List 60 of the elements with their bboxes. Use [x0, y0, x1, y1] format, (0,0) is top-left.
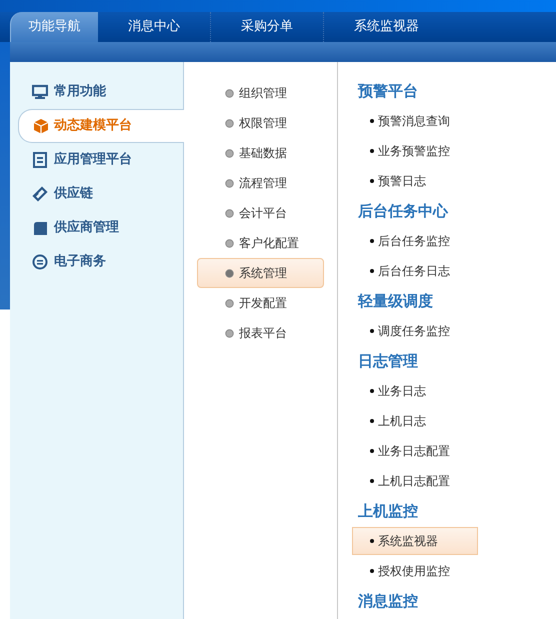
bullet-icon	[225, 208, 234, 218]
category-item[interactable]: 电子商务	[10, 245, 183, 279]
bullet-icon	[370, 149, 374, 153]
bullet-icon	[370, 479, 374, 483]
cabinet-icon	[32, 152, 48, 168]
bullet-icon	[225, 88, 234, 98]
section-heading: 日志管理	[357, 350, 419, 372]
module-item[interactable]: 开发配置	[197, 288, 324, 318]
bullet-icon	[370, 239, 374, 243]
section-heading: 轻量级调度	[356, 290, 434, 312]
category-item[interactable]: 常用功能	[10, 75, 183, 109]
function-link[interactable]: 后台任务日志	[352, 256, 478, 286]
bullet-icon	[225, 238, 234, 248]
function-link[interactable]: 预警消息查询	[352, 106, 478, 136]
link-icon	[32, 186, 48, 202]
bullet-icon	[370, 269, 374, 273]
function-link[interactable]: 业务日志配置	[352, 436, 478, 466]
module-item[interactable]: 权限管理	[197, 108, 324, 138]
function-link[interactable]: 上机日志配置	[352, 466, 478, 496]
tile-icon	[32, 220, 48, 236]
function-link[interactable]: 授权使用监控	[352, 556, 478, 586]
monitor-icon	[32, 84, 48, 100]
module-item[interactable]: 基础数据	[197, 138, 324, 168]
function-link[interactable]: 预警日志	[352, 166, 478, 196]
module-item[interactable]: 流程管理	[197, 168, 324, 198]
bullet-icon	[225, 148, 234, 158]
function-link[interactable]: 业务日志	[352, 376, 478, 406]
bullet-icon	[370, 449, 374, 453]
category-item[interactable]: 应用管理平台	[10, 143, 183, 177]
bullet-icon	[225, 178, 234, 188]
section-heading: 后台任务中心	[356, 200, 450, 222]
module-item[interactable]: 会计平台	[197, 198, 324, 228]
bullet-icon	[370, 569, 374, 573]
function-link[interactable]: 业务预警监控	[352, 136, 478, 166]
function-link[interactable]: 调度任务监控	[352, 316, 478, 346]
cube-icon	[33, 118, 49, 134]
circle-icon	[32, 254, 48, 270]
module-item[interactable]: 系统管理	[197, 258, 324, 288]
function-link[interactable]: 系统监视器	[352, 527, 478, 555]
bullet-icon	[370, 389, 374, 393]
category-item[interactable]: 供应链	[10, 177, 183, 211]
module-item[interactable]: 组织管理	[197, 78, 324, 108]
bullet-icon	[370, 119, 374, 123]
bullet-icon	[225, 328, 234, 338]
bullet-icon	[225, 118, 234, 128]
bullet-icon	[225, 298, 234, 308]
function-link[interactable]: 上机日志	[352, 406, 478, 436]
bullet-icon	[370, 539, 374, 543]
function-link[interactable]: 后台任务监控	[352, 226, 478, 256]
module-item[interactable]: 客户化配置	[197, 228, 324, 258]
bullet-icon	[370, 179, 374, 183]
nav-tab[interactable]: 消息中心	[98, 12, 210, 42]
bullet-icon	[370, 419, 374, 423]
section-heading: 上机监控	[357, 500, 419, 522]
section-heading: 预警平台	[356, 80, 419, 102]
section-heading: 消息监控	[357, 590, 419, 612]
category-item[interactable]: 供应商管理	[10, 211, 183, 245]
module-item[interactable]: 报表平台	[197, 318, 324, 348]
bullet-icon	[370, 329, 374, 333]
bullet-icon	[225, 268, 234, 278]
